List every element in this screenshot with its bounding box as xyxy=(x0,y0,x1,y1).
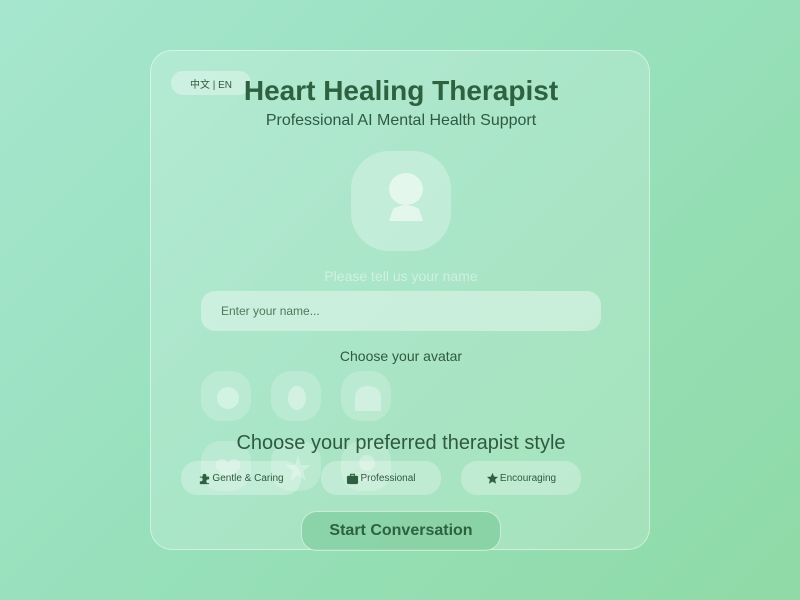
style-option-label: Professional xyxy=(360,472,416,484)
therapist-style-label: Choose your preferred therapist style xyxy=(236,432,566,454)
avatar-picker-label: Choose your avatar xyxy=(339,348,463,364)
oval-avatar-icon xyxy=(288,386,306,410)
page-subtitle: Professional AI Mental Health Support xyxy=(265,112,537,129)
style-option-professional[interactable]: Professional xyxy=(321,461,441,495)
name-input[interactable] xyxy=(201,291,601,331)
circle-avatar-icon xyxy=(217,387,239,409)
page-title: Heart Healing Therapist xyxy=(243,75,559,106)
style-option-label: Encouraging xyxy=(499,472,557,484)
avatar-option-dome[interactable] xyxy=(341,371,391,421)
style-option-encouraging[interactable]: Encouraging xyxy=(461,461,581,495)
person-silhouette-icon xyxy=(389,173,423,221)
dome-avatar-icon xyxy=(355,386,381,411)
briefcase-icon xyxy=(347,473,359,484)
puzzle-icon xyxy=(200,473,210,484)
avatar-option-oval[interactable] xyxy=(271,371,321,421)
style-option-label: Gentle & Caring xyxy=(212,472,284,484)
start-conversation-label: Start Conversation xyxy=(329,522,473,539)
start-conversation-button[interactable]: Start Conversation xyxy=(301,511,501,551)
style-option-gentle[interactable]: Gentle & Caring xyxy=(181,461,301,495)
star-icon xyxy=(486,472,498,484)
avatar-option-circle[interactable] xyxy=(201,371,251,421)
setup-card: 中文 | EN Heart Healing Therapist Professi… xyxy=(150,50,650,551)
name-prompt: Please tell us your name xyxy=(324,268,478,284)
selected-avatar-preview xyxy=(351,151,451,251)
